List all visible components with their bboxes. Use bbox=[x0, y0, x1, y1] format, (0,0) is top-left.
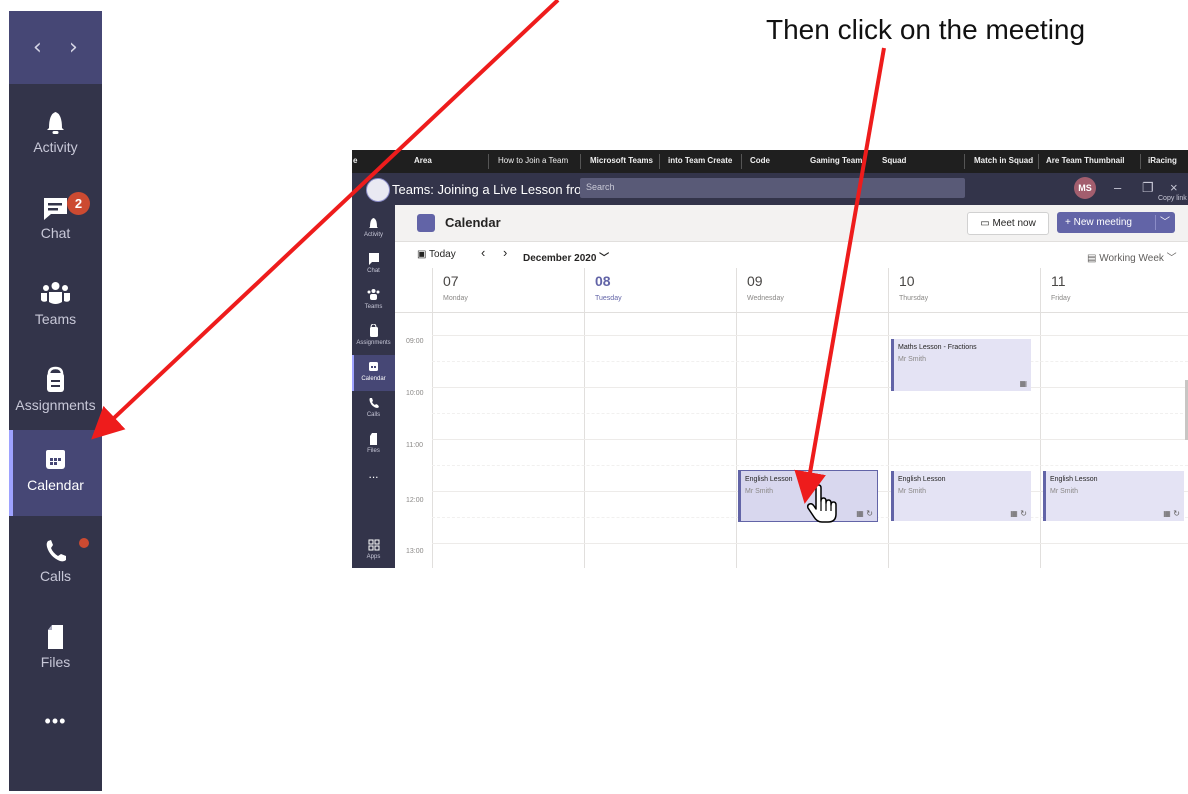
arrow-to-calendar bbox=[91, 0, 560, 440]
arrow-to-meeting bbox=[794, 47, 886, 504]
annotation-arrows bbox=[91, 0, 886, 504]
